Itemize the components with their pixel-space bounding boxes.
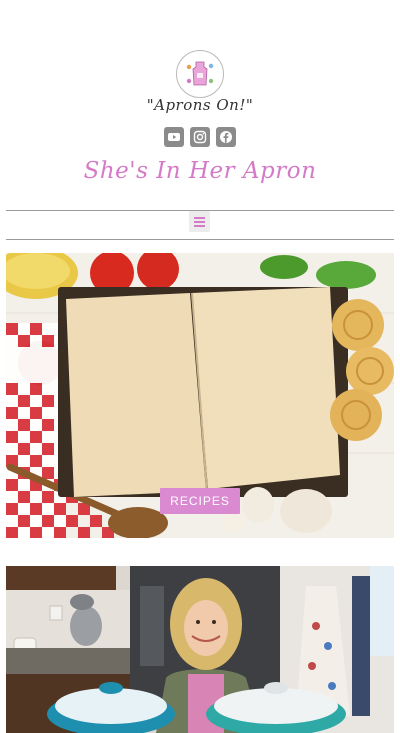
menu-toggle-button[interactable] xyxy=(189,211,210,232)
site-logo[interactable] xyxy=(176,50,224,98)
instagram-link[interactable] xyxy=(190,127,210,147)
kitchen-photo xyxy=(6,566,394,733)
apron-logo-icon xyxy=(181,55,219,93)
recipes-button[interactable]: RECIPES xyxy=(160,488,240,514)
instagram-icon xyxy=(193,130,207,144)
youtube-icon xyxy=(168,133,180,141)
youtube-link[interactable] xyxy=(164,127,184,147)
facebook-link[interactable] xyxy=(216,127,236,147)
tagline: "Aprons On!" xyxy=(146,96,254,114)
site-title[interactable]: She's In Her Apron xyxy=(0,158,400,184)
nav-divider-bottom xyxy=(6,239,394,240)
hamburger-menu-icon xyxy=(194,216,205,219)
social-links xyxy=(0,127,400,147)
facebook-icon xyxy=(220,131,232,143)
